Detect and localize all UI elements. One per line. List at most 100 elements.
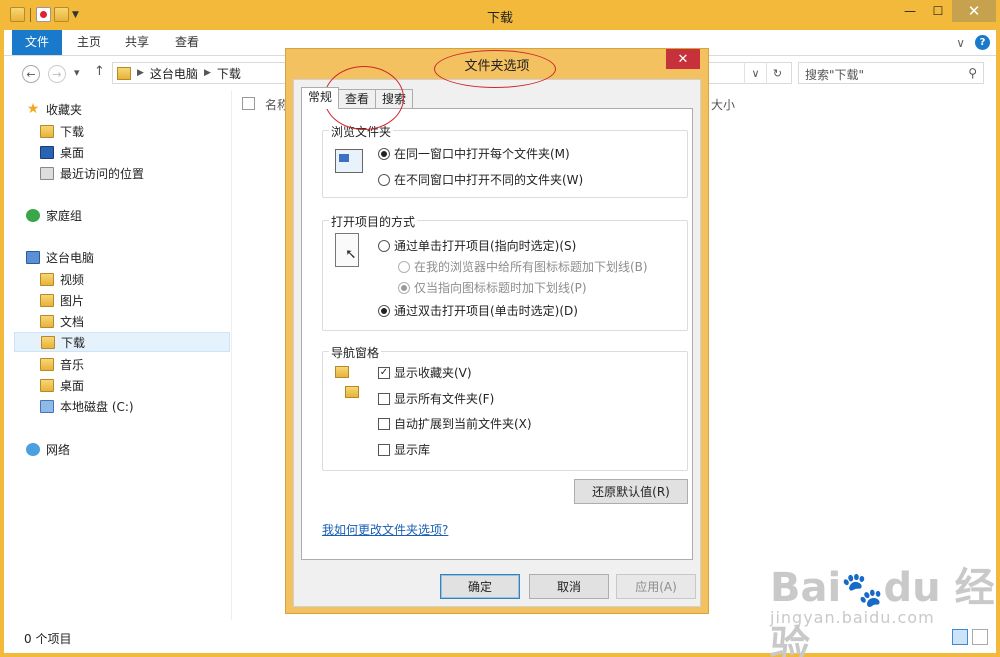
ribbon-tab-file[interactable]: 文件 [12, 30, 63, 55]
close-button[interactable]: ✕ [952, 0, 996, 22]
tab-general[interactable]: 常规 [301, 87, 340, 109]
help-icon[interactable]: ? [975, 35, 990, 50]
nav-fav-desktop[interactable]: 桌面 [40, 142, 84, 162]
option-label: 通过双击打开项目(单击时选定)(D) [394, 304, 578, 318]
cancel-button[interactable]: 取消 [529, 574, 609, 599]
nav-favorites[interactable]: ★ 收藏夹 [26, 99, 82, 119]
option-label: 仅当指向图标标题时加下划线(P) [414, 281, 587, 295]
dialog-body: 常规 查看 搜索 浏览文件夹 在同一窗口中打开每个文件夹(M) 在不同窗口中打开… [293, 79, 701, 607]
nav-this-pc[interactable]: 这台电脑 [26, 247, 94, 267]
nav-fav-recent[interactable]: 最近访问的位置 [40, 163, 144, 183]
nav-pc-downloads[interactable]: 下载 [14, 332, 230, 352]
checkbox[interactable] [378, 417, 390, 430]
breadcrumb-separator-icon[interactable]: ▶ [204, 68, 211, 78]
dialog-close-button[interactable]: ✕ [666, 49, 700, 69]
refresh-icon[interactable]: ↻ [766, 62, 788, 84]
breadcrumb-separator-icon[interactable]: ▶ [137, 68, 144, 78]
nav-pc-documents[interactable]: 文档 [40, 311, 84, 331]
checkbox-show-libraries[interactable]: 显示库 [378, 441, 430, 458]
nav-label: 文档 [60, 314, 85, 329]
option-label: 自动扩展到当前文件夹(X) [394, 417, 532, 431]
homegroup-icon [26, 208, 40, 222]
navigation-pane-group: 导航窗格 ✓ 显示收藏夹(V) 显示所有文件夹(F) 自动扩展到当前文件夹(X)… [322, 344, 688, 471]
pictures-folder-icon [40, 293, 54, 307]
radio-same-window[interactable]: 在同一窗口中打开每个文件夹(M) [378, 145, 570, 162]
radio-new-window[interactable]: 在不同窗口中打开不同的文件夹(W) [378, 171, 583, 188]
ribbon-tab-view[interactable]: 查看 [162, 30, 212, 55]
radio-button[interactable] [378, 147, 390, 160]
general-tab-panel: 浏览文件夹 在同一窗口中打开每个文件夹(M) 在不同窗口中打开不同的文件夹(W)… [301, 108, 693, 560]
checkbox[interactable] [378, 392, 390, 405]
nav-homegroup[interactable]: 家庭组 [26, 205, 82, 225]
nav-label: 这台电脑 [46, 250, 95, 265]
ribbon-tab-home[interactable]: 主页 [64, 30, 114, 55]
ribbon-right-controls: ∨ ? [956, 35, 990, 50]
group-title: 导航窗格 [329, 344, 382, 361]
search-input[interactable]: 搜索"下载" ⚲ [798, 62, 984, 84]
pointer-click-icon [335, 233, 359, 267]
option-label: 显示收藏夹(V) [394, 366, 472, 380]
group-title: 浏览文件夹 [329, 123, 394, 140]
checkbox-show-favorites[interactable]: ✓ 显示收藏夹(V) [378, 364, 472, 381]
radio-button[interactable] [378, 173, 390, 186]
radio-double-click[interactable]: 通过双击打开项目(单击时选定)(D) [378, 302, 578, 319]
nav-pc-local-disk[interactable]: 本地磁盘 (C:) [40, 396, 134, 416]
back-button[interactable]: ← [22, 65, 40, 83]
radio-button[interactable] [398, 281, 410, 294]
disk-icon [40, 399, 54, 413]
option-label: 在我的浏览器中给所有图标标题加下划线(B) [414, 260, 648, 274]
nav-fav-downloads[interactable]: 下载 [40, 121, 84, 141]
desktop-icon [40, 145, 54, 159]
address-dropdown-icon[interactable]: ∨ [744, 62, 766, 84]
item-count: 0 个项目 [24, 632, 72, 646]
nav-pc-videos[interactable]: 视频 [40, 269, 84, 289]
help-link[interactable]: 我如何更改文件夹选项? [322, 521, 448, 538]
nav-label: 音乐 [60, 357, 85, 372]
tab-view[interactable]: 查看 [338, 89, 377, 109]
ok-button[interactable]: 确定 [440, 574, 520, 599]
address-bar-actions: ∨ ↻ [744, 62, 788, 84]
radio-button[interactable] [378, 239, 390, 252]
checkbox[interactable]: ✓ [378, 366, 390, 379]
breadcrumb-this-pc[interactable]: 这台电脑 [150, 65, 198, 82]
nav-pc-desktop[interactable]: 桌面 [40, 375, 84, 395]
tab-search[interactable]: 搜索 [375, 89, 414, 109]
title-bar: ▼ 下载 — ☐ ✕ [4, 0, 996, 30]
column-header-size[interactable]: 大小 [711, 96, 735, 113]
restore-defaults-button[interactable]: 还原默认值(R) [574, 479, 688, 504]
checkbox-expand-current[interactable]: 自动扩展到当前文件夹(X) [378, 415, 532, 432]
nav-label: 视频 [60, 272, 85, 287]
checkbox-show-all-folders[interactable]: 显示所有文件夹(F) [378, 390, 494, 407]
recent-locations-icon[interactable]: ▾ [74, 66, 80, 79]
radio-single-click[interactable]: 通过单击打开项目(指向时选定)(S) [378, 237, 576, 254]
option-label: 在同一窗口中打开每个文件夹(M) [394, 147, 570, 161]
minimize-button[interactable]: — [896, 0, 924, 22]
computer-icon [26, 250, 40, 264]
desktop-folder-icon [40, 378, 54, 392]
nav-pc-music[interactable]: 音乐 [40, 354, 84, 374]
checkbox[interactable] [378, 443, 390, 456]
maximize-button[interactable]: ☐ [924, 0, 952, 22]
breadcrumb-downloads[interactable]: 下载 [217, 65, 241, 82]
radio-underline-point[interactable]: 仅当指向图标标题时加下划线(P) [398, 279, 587, 296]
recent-places-icon [40, 166, 54, 180]
nav-pc-pictures[interactable]: 图片 [40, 290, 84, 310]
apply-button[interactable]: 应用(A) [616, 574, 696, 599]
nav-network[interactable]: 网络 [26, 439, 70, 459]
music-folder-icon [40, 357, 54, 371]
forward-button[interactable]: → [48, 65, 66, 83]
radio-underline-all[interactable]: 在我的浏览器中给所有图标标题加下划线(B) [398, 258, 648, 275]
up-button[interactable]: ↑ [94, 64, 105, 79]
radio-button[interactable] [378, 304, 390, 317]
folder-icon [117, 66, 131, 80]
expand-ribbon-icon[interactable]: ∨ [956, 36, 965, 50]
ribbon-tab-share[interactable]: 共享 [112, 30, 162, 55]
window-title: 下载 [486, 11, 513, 26]
search-icon[interactable]: ⚲ [968, 66, 977, 80]
window-controls: — ☐ ✕ [896, 0, 996, 22]
nav-label: 最近访问的位置 [60, 166, 145, 181]
option-label: 通过单击打开项目(指向时选定)(S) [394, 239, 577, 253]
radio-button[interactable] [398, 260, 410, 273]
nav-label: 家庭组 [46, 208, 83, 223]
select-all-checkbox[interactable] [242, 97, 255, 110]
